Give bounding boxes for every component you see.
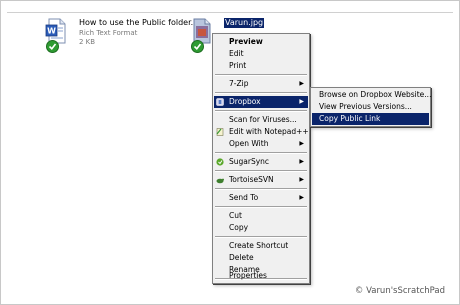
menu-item-cut[interactable]: Cut [214,210,308,222]
menu-item-tortoisesvn[interactable]: TortoiseSVN ▶ [214,174,308,186]
submenu-arrow-icon: ▶ [299,98,304,105]
menu-item-preview[interactable]: Preview [214,36,308,48]
menu-item-copy[interactable]: Copy [214,222,308,234]
watermark-text: © Varun'sScratchPad [354,286,445,296]
toolbar-divider [7,12,453,13]
svg-text:W: W [47,27,56,36]
menu-separator [215,206,307,208]
menu-item-dropbox[interactable]: Dropbox ▶ [214,96,308,108]
menu-item-properties[interactable]: Properties [214,270,308,282]
submenu-arrow-icon: ▶ [299,158,304,165]
submenu-arrow-icon: ▶ [299,80,304,87]
menu-item-scan-viruses[interactable]: Scan for Viruses... [214,114,308,126]
menu-separator [215,188,307,190]
menu-item-notepadpp[interactable]: Edit with Notepad++ [214,126,309,138]
menu-item-7zip[interactable]: 7-Zip ▶ [214,78,308,90]
submenu-item-browse-website[interactable]: Browse on Dropbox Website... [312,89,431,101]
menu-item-print[interactable]: Print [214,60,308,72]
menu-item-sugarsync[interactable]: SugarSync ▶ [214,156,308,168]
menu-item-open-with[interactable]: Open With ▶ [214,138,308,150]
file-name: How to use the Public folder.rtf [79,18,203,27]
menu-separator [215,170,307,172]
context-menu: Preview Edit Print 7-Zip ▶ Dropbox ▶ Scan … [212,33,310,284]
menu-separator [215,236,307,238]
menu-item-edit[interactable]: Edit [214,48,308,60]
sugarsync-icon [216,158,224,166]
file-size: 2 KB [79,38,96,46]
file-type: Rich Text Format [79,29,138,37]
file-name-selected: Varun.jpg [224,18,265,28]
explorer-window: W How to use the Public folder.rtf Rich … [0,0,460,305]
submenu-arrow-icon: ▶ [299,176,304,183]
menu-item-create-shortcut[interactable]: Create Shortcut [214,240,308,252]
file-item-rtf[interactable]: W How to use the Public folder.rtf Rich … [45,18,202,53]
menu-separator [215,74,307,76]
menu-item-send-to[interactable]: Send To ▶ [214,192,308,204]
sync-check-icon [46,40,59,53]
notepad-plus-icon [216,128,224,136]
dropbox-submenu: Browse on Dropbox Website... View Previo… [310,87,431,127]
submenu-item-view-versions[interactable]: View Previous Versions... [312,101,429,113]
menu-separator [215,92,307,94]
submenu-arrow-icon: ▶ [299,194,304,201]
sync-check-icon [191,40,204,53]
tortoisesvn-icon [216,176,224,184]
menu-separator [215,152,307,154]
menu-separator [215,110,307,112]
dropbox-icon [216,98,224,106]
submenu-arrow-icon: ▶ [299,140,304,147]
submenu-item-copy-public-link[interactable]: Copy Public Link [312,113,429,125]
menu-item-delete[interactable]: Delete [214,252,308,264]
